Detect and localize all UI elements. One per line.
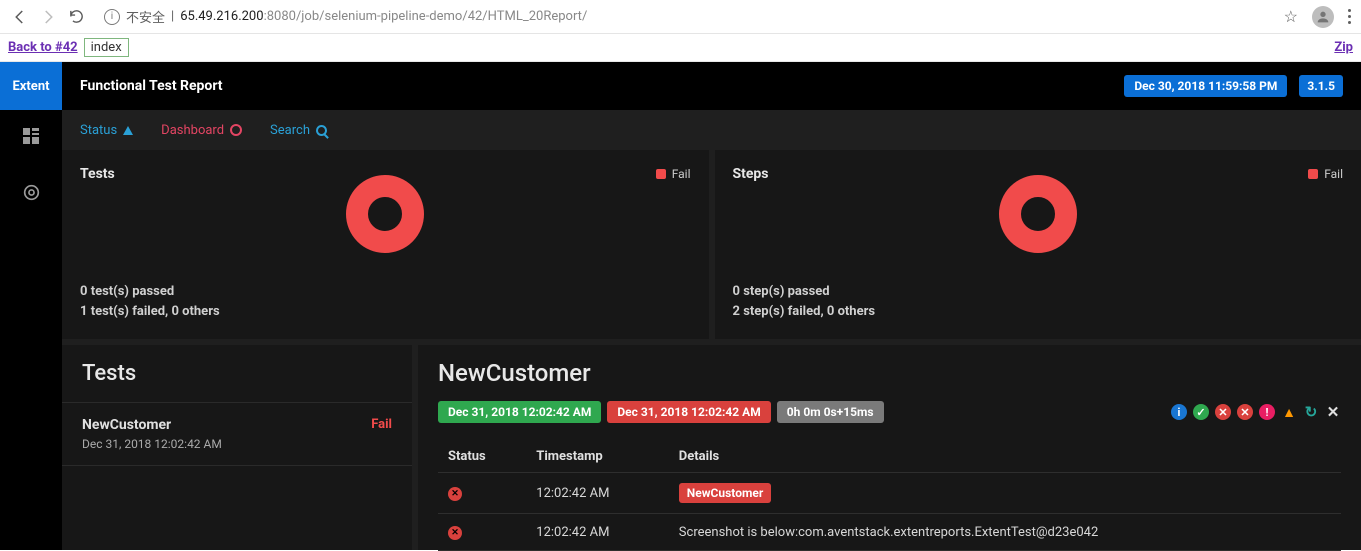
sidebar-item-dashboard[interactable]	[0, 166, 62, 222]
index-box[interactable]: index	[84, 38, 129, 57]
test-status: Fail	[371, 417, 392, 432]
target-icon	[230, 124, 242, 136]
sidebar-item-tests[interactable]	[0, 110, 62, 166]
back-button[interactable]	[6, 3, 34, 31]
url-path: /job/selenium-pipeline-demo/42/HTML_20Re…	[296, 9, 587, 24]
error-filter-icon[interactable]: ✕	[1237, 404, 1253, 420]
info-filter-icon[interactable]: i	[1171, 404, 1187, 420]
profile-avatar[interactable]	[1312, 6, 1334, 28]
tests-legend: Fail	[656, 167, 691, 181]
brand-logo[interactable]: Extent	[0, 62, 62, 110]
fatal-filter-icon[interactable]: !	[1259, 404, 1275, 420]
tests-list-title: Tests	[62, 345, 412, 403]
tests-passed-text: 0 test(s) passed	[80, 282, 691, 302]
jenkins-frame-bar: Back to #42 index Zip	[0, 34, 1361, 62]
end-time-chip: Dec 31, 2018 12:02:42 AM	[607, 401, 770, 423]
tests-donut-chart	[345, 174, 425, 254]
test-detail-panel: NewCustomer Dec 31, 2018 12:02:42 AM Dec…	[418, 345, 1361, 550]
tests-list-panel: Tests Fail NewCustomer Dec 31, 2018 12:0…	[62, 345, 412, 550]
warning-filter-icon[interactable]: ▲	[1281, 404, 1297, 420]
menu-icon[interactable]	[1348, 9, 1351, 24]
steps-card-title: Steps	[733, 166, 769, 182]
step-detail-chip: NewCustomer	[679, 483, 771, 503]
fail-status-icon: ✕	[448, 526, 462, 540]
step-timestamp: 12:02:42 AM	[526, 514, 669, 551]
retry-filter-icon[interactable]: ↻	[1303, 404, 1319, 420]
tests-card-title: Tests	[80, 166, 115, 182]
filter-icons: i ✓ ✕ ✕ ! ▲ ↻ ✕	[1171, 404, 1341, 420]
detail-title: NewCustomer	[438, 359, 1341, 387]
steps-failed-text: 2 step(s) failed, 0 others	[733, 302, 1344, 322]
steps-passed-text: 0 step(s) passed	[733, 282, 1344, 302]
table-row: ✕ 12:02:42 AM Screenshot is below:com.av…	[438, 514, 1341, 551]
zip-link[interactable]: Zip	[1334, 40, 1353, 55]
back-to-build-link[interactable]: Back to #42	[8, 40, 78, 55]
test-name: NewCustomer	[82, 417, 392, 433]
step-timestamp: 12:02:42 AM	[526, 473, 669, 514]
pass-filter-icon[interactable]: ✓	[1193, 404, 1209, 420]
col-status: Status	[438, 441, 526, 473]
tests-card: Tests Fail 0 test(s) passed 1 test(s) fa…	[62, 150, 709, 339]
nav-dashboard[interactable]: Dashboard	[161, 123, 242, 138]
triangle-up-icon	[123, 126, 133, 135]
view-nav: Status Dashboard Search	[62, 110, 1361, 150]
fail-swatch-icon	[1308, 169, 1318, 179]
sidebar: Extent	[0, 62, 62, 550]
test-time: Dec 31, 2018 12:02:42 AM	[82, 437, 392, 451]
steps-donut-chart	[998, 174, 1078, 254]
duration-chip: 0h 0m 0s+15ms	[777, 401, 884, 423]
address-bar[interactable]: i 不安全 | 65.49.216.200:8080/job/selenium-…	[96, 3, 1274, 31]
clear-filter-icon[interactable]: ✕	[1325, 404, 1341, 420]
step-detail-text: Screenshot is below:com.aventstack.exten…	[669, 514, 1341, 551]
steps-legend: Fail	[1308, 167, 1343, 181]
page-title: Functional Test Report	[80, 78, 223, 94]
nav-search[interactable]: Search	[270, 123, 327, 138]
url-host: 65.49.216.200	[180, 9, 263, 24]
report-timestamp: Dec 30, 2018 11:59:58 PM	[1124, 75, 1287, 97]
steps-card: Steps Fail 0 step(s) passed 2 step(s) fa…	[715, 150, 1361, 339]
grid-icon	[23, 128, 39, 148]
test-row[interactable]: Fail NewCustomer Dec 31, 2018 12:02:42 A…	[62, 403, 412, 466]
nav-status[interactable]: Status	[80, 123, 133, 138]
insecure-label: 不安全	[126, 7, 165, 26]
fail-status-icon: ✕	[448, 487, 462, 501]
steps-table: Status Timestamp Details ✕ 12:02:42 AM N…	[438, 441, 1341, 551]
fail-swatch-icon	[656, 169, 666, 179]
col-timestamp: Timestamp	[526, 441, 669, 473]
browser-toolbar: i 不安全 | 65.49.216.200:8080/job/selenium-…	[0, 0, 1361, 34]
site-info-icon[interactable]: i	[104, 9, 120, 25]
bookmark-icon[interactable]: ☆	[1284, 7, 1298, 26]
col-details: Details	[669, 441, 1341, 473]
start-time-chip: Dec 31, 2018 12:02:42 AM	[438, 401, 601, 423]
version-badge: 3.1.5	[1299, 75, 1343, 97]
search-icon	[316, 125, 327, 136]
table-row: ✕ 12:02:42 AM NewCustomer	[438, 473, 1341, 514]
forward-button[interactable]	[34, 3, 62, 31]
tests-failed-text: 1 test(s) failed, 0 others	[80, 302, 691, 322]
url-port: :8080	[264, 9, 296, 24]
target-icon	[23, 184, 40, 205]
fail-filter-icon[interactable]: ✕	[1215, 404, 1231, 420]
reload-button[interactable]	[62, 3, 90, 31]
topbar: Functional Test Report Dec 30, 2018 11:5…	[62, 62, 1361, 110]
